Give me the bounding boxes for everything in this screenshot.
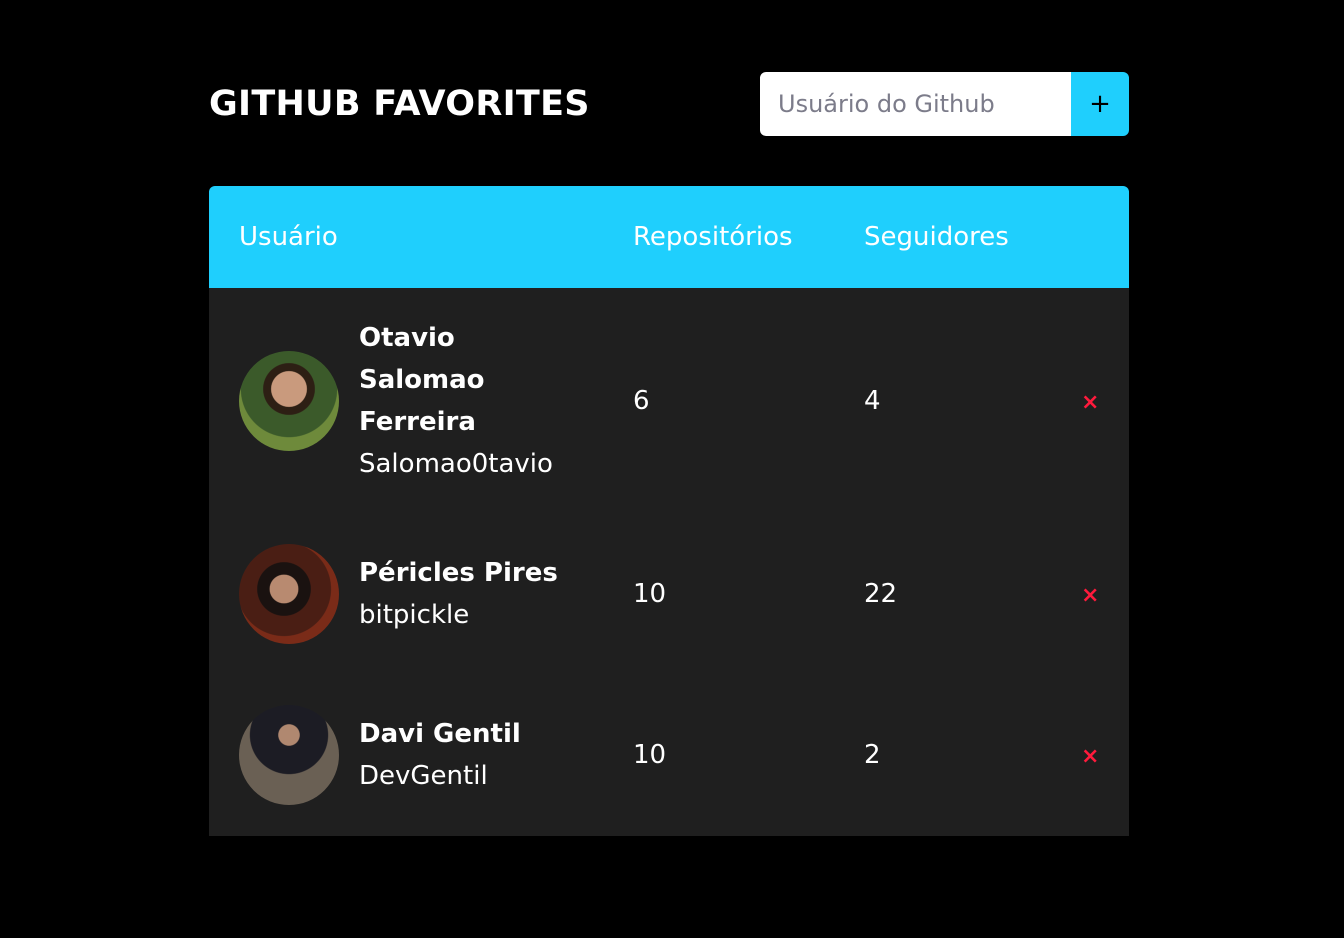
- repositories-count: 10: [633, 579, 667, 609]
- remove-icon[interactable]: ×: [1063, 744, 1099, 769]
- user-cell: Davi Gentil DevGentil: [209, 705, 603, 805]
- remove-icon[interactable]: ×: [1063, 583, 1099, 608]
- user-name: Otavio Salomao Ferreira: [359, 323, 485, 437]
- favorites-table: Usuário Repositórios Seguidores Otavio S…: [209, 186, 1129, 836]
- app-container: GITHUB FAVORITES + Usuário Repositórios …: [209, 72, 1129, 836]
- table-row: Davi Gentil DevGentil 10 2 ×: [209, 674, 1129, 836]
- followers-count: 4: [864, 386, 881, 416]
- column-header-followers: Seguidores: [864, 222, 1009, 252]
- page-title: GITHUB FAVORITES: [209, 84, 590, 124]
- avatar: [239, 351, 339, 451]
- remove-icon[interactable]: ×: [1063, 390, 1099, 415]
- followers-count: 2: [864, 740, 881, 770]
- user-cell: Otavio Salomao Ferreira Salomao0tavio: [209, 317, 603, 485]
- user-login: Salomao0tavio: [359, 449, 553, 479]
- followers-count: 22: [864, 579, 898, 609]
- table-row: Otavio Salomao Ferreira Salomao0tavio 6 …: [209, 288, 1129, 514]
- user-cell: Péricles Pires bitpickle: [209, 544, 603, 644]
- search-input[interactable]: [760, 72, 1071, 136]
- column-header-user: Usuário: [239, 222, 338, 252]
- search-form: +: [760, 72, 1129, 136]
- user-name: Péricles Pires: [359, 558, 558, 588]
- avatar: [239, 544, 339, 644]
- user-login: bitpickle: [359, 600, 470, 630]
- user-name: Davi Gentil: [359, 719, 521, 749]
- user-login: DevGentil: [359, 761, 488, 791]
- add-favorite-button[interactable]: +: [1071, 72, 1129, 136]
- table-header: Usuário Repositórios Seguidores: [209, 186, 1129, 288]
- repositories-count: 10: [633, 740, 667, 770]
- header: GITHUB FAVORITES +: [209, 72, 1129, 136]
- table-row: Péricles Pires bitpickle 10 22 ×: [209, 514, 1129, 674]
- repositories-count: 6: [633, 386, 650, 416]
- column-header-repositories: Repositórios: [633, 222, 793, 252]
- avatar: [239, 705, 339, 805]
